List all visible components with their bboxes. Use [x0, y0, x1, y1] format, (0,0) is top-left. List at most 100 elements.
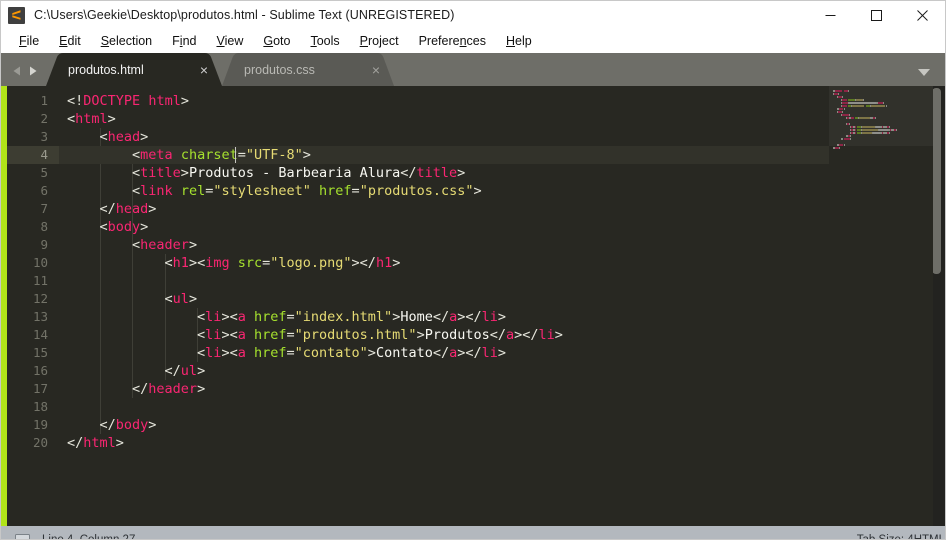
menu-item-tools[interactable]: Tools — [300, 34, 349, 48]
token-t: body — [115, 417, 149, 433]
line-number: 5 — [40, 165, 48, 180]
code-line[interactable]: </body> — [59, 416, 945, 434]
syntax-indicator[interactable]: HTML — [914, 534, 945, 539]
code-line[interactable]: <!DOCTYPE html> — [59, 92, 945, 110]
code-line[interactable]: <head> — [59, 128, 945, 146]
line-number: 12 — [32, 291, 48, 306]
token-p: >< — [221, 345, 238, 361]
scrollbar-track[interactable] — [932, 86, 945, 526]
code-line[interactable]: <body> — [59, 218, 945, 236]
token-t: title — [140, 165, 181, 181]
token-p: = — [286, 309, 295, 325]
maximize-button[interactable] — [853, 1, 899, 29]
token-t: header — [148, 381, 198, 397]
status-right-group: Tab Size: 4 HTML — [857, 526, 945, 539]
minimap-line-segment — [843, 108, 845, 110]
token-t: li — [481, 309, 498, 325]
code-content[interactable]: <!DOCTYPE html> <html> <head> <meta chars… — [59, 86, 945, 526]
minimap-line-segment — [848, 102, 877, 104]
token-t: li — [205, 327, 222, 343]
tab-nav-arrows — [1, 65, 46, 86]
minimap-line-segment — [835, 90, 843, 92]
menu-item-help[interactable]: Help — [496, 34, 542, 48]
code-line[interactable]: </header> — [59, 380, 945, 398]
scrollbar-thumb[interactable] — [932, 88, 941, 274]
code-line[interactable]: </html> — [59, 434, 945, 452]
minimap[interactable] — [829, 86, 933, 526]
line-number: 17 — [32, 381, 48, 396]
token-p: </ — [67, 381, 149, 397]
token-txt: Produtos — [424, 327, 490, 343]
minimap-line-segment — [888, 126, 890, 128]
code-line[interactable]: <li><a href="contato">Contato</a></li> — [59, 344, 945, 362]
line-number: 1 — [40, 93, 48, 108]
menu-item-project[interactable]: Project — [350, 34, 409, 48]
minimap-viewport[interactable] — [829, 86, 933, 146]
token-t: li — [205, 309, 222, 325]
token-t: img — [205, 255, 230, 271]
token-p: > — [473, 183, 482, 199]
code-line[interactable]: <header> — [59, 236, 945, 254]
code-line[interactable]: <title>Produtos - Barbearia Alura</title… — [59, 164, 945, 182]
token-t: body — [107, 219, 141, 235]
close-button[interactable] — [899, 1, 945, 29]
minimap-line-segment — [862, 132, 872, 134]
code-line[interactable]: <html> — [59, 110, 945, 128]
minimap-line-segment — [872, 132, 881, 134]
code-line[interactable]: <meta charset="UTF-8"> — [59, 146, 945, 164]
minimap-line-segment — [842, 96, 844, 98]
token-t: a — [506, 327, 515, 343]
tab-produtos-html[interactable]: produtos.html × — [46, 53, 222, 86]
token-p: > — [367, 345, 376, 361]
menu-item-view[interactable]: View — [206, 34, 253, 48]
tab-close-icon[interactable]: × — [200, 63, 208, 77]
token-t: li — [205, 345, 222, 361]
minimap-line-segment — [842, 99, 847, 101]
code-line[interactable]: <ul> — [59, 290, 945, 308]
token-p: > — [197, 363, 206, 379]
menu-item-file[interactable]: File — [9, 34, 49, 48]
minimap-line-segment — [848, 123, 850, 125]
line-number: 15 — [32, 345, 48, 360]
minimize-button[interactable] — [807, 1, 853, 29]
sublime-logo-icon — [8, 6, 25, 24]
token-p: </ — [67, 435, 84, 451]
tab-menu-button[interactable] — [917, 68, 931, 77]
code-line[interactable]: <li><a href="index.html">Home</a></li> — [59, 308, 945, 326]
editor-area[interactable]: 1 2 3 4 5 6 7 8 9 10 11 12 13 14 15 16 17 18 19 20 <!DOCTYP… — [1, 86, 945, 526]
tab-produtos-css[interactable]: produtos.css × — [222, 53, 394, 86]
code-line[interactable] — [59, 398, 945, 416]
sublime-text-window: C:\Users\Geekie\Desktop\produtos.html - … — [0, 0, 946, 540]
token-p: >< — [221, 327, 238, 343]
token-p: </ — [432, 309, 450, 325]
menu-item-edit[interactable]: Edit — [49, 34, 91, 48]
code-line[interactable]: </ul> — [59, 362, 945, 380]
token-p: </ — [67, 201, 116, 217]
token-t: li — [538, 327, 555, 343]
code-line[interactable]: <li><a href="produtos.html">Produtos</a>… — [59, 326, 945, 344]
menu-item-preferences[interactable]: Preferences — [409, 34, 496, 48]
menu-item-find[interactable]: Find — [162, 34, 206, 48]
menu-item-selection[interactable]: Selection — [91, 34, 162, 48]
minimap-line-segment — [838, 93, 840, 95]
minimap-line-segment — [862, 126, 875, 128]
tab-bar: produtos.html × produtos.css × — [1, 53, 945, 86]
token-a: href — [253, 309, 287, 325]
minimap-line-segment — [859, 117, 870, 119]
window-title: C:\Users\Geekie\Desktop\produtos.html - … — [34, 8, 455, 22]
code-line[interactable]: <h1><img src="logo.png"></h1> — [59, 254, 945, 272]
token-p: > — [302, 147, 311, 163]
code-line[interactable]: <link rel="stylesheet" href="produtos.cs… — [59, 182, 945, 200]
token-p — [173, 147, 181, 163]
minimap-line-segment — [843, 144, 845, 146]
token-p — [246, 345, 254, 361]
token-p: > — [497, 309, 507, 325]
token-p: > — [148, 201, 157, 217]
code-line[interactable] — [59, 272, 945, 290]
tab-size-indicator[interactable]: Tab Size: 4 — [857, 534, 914, 539]
minimap-line-segment — [856, 99, 864, 101]
token-s: "produtos.css" — [359, 183, 474, 199]
menu-item-goto[interactable]: Goto — [253, 34, 300, 48]
tab-close-icon[interactable]: × — [372, 63, 380, 77]
code-line[interactable]: </head> — [59, 200, 945, 218]
